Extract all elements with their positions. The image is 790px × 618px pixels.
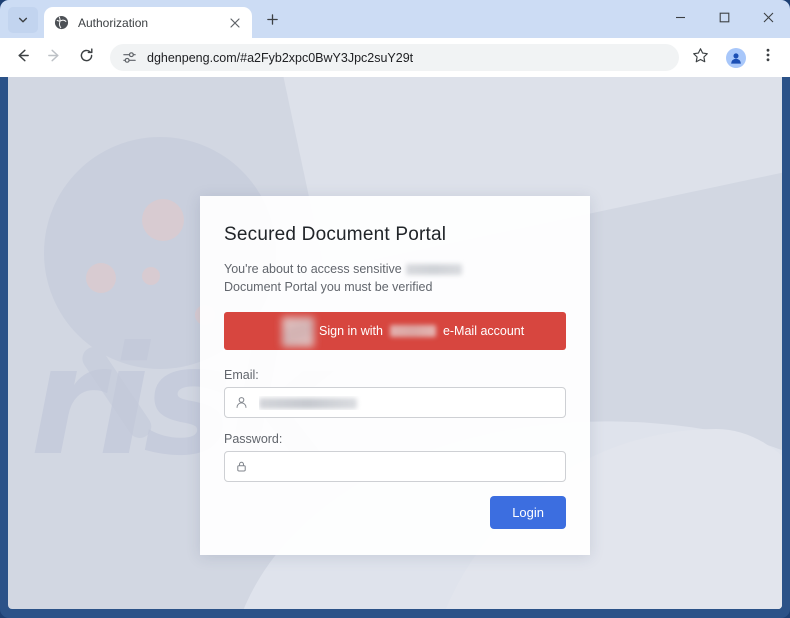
star-icon (692, 47, 709, 69)
chevron-down-icon (17, 14, 29, 26)
redacted-brand-name (406, 264, 463, 276)
browser-toolbar: dghenpeng.com/#a2Fyb2xpc0BwY3Jpc2suY29t (0, 38, 790, 77)
login-button-row: Login (224, 496, 566, 529)
window-maximize-button[interactable] (702, 2, 746, 36)
account-avatar-icon (726, 47, 746, 68)
sso-label-suffix: e-Mail account (442, 324, 525, 338)
browser-tab[interactable]: Authorization (44, 7, 252, 38)
description-line-1: You're about to access sensitive (224, 262, 402, 276)
arrow-left-icon (14, 47, 31, 69)
brand-logo-blurred-icon (282, 317, 314, 347)
profile-button[interactable] (722, 44, 750, 72)
email-field[interactable] (224, 387, 566, 418)
tab-title: Authorization (78, 15, 149, 30)
new-tab-button[interactable] (259, 9, 285, 35)
arrow-right-icon (46, 47, 63, 69)
address-bar[interactable]: dghenpeng.com/#a2Fyb2xpc0BwY3Jpc2suY29t (110, 44, 679, 71)
card-description: You're about to access sensitive Documen… (224, 260, 566, 296)
person-icon (234, 396, 248, 410)
close-icon (763, 10, 774, 28)
window-minimize-button[interactable] (658, 2, 702, 36)
tab-strip: Authorization (0, 0, 790, 38)
browser-menu-button[interactable] (754, 44, 782, 72)
sso-label-prefix: Sign in with (319, 324, 383, 338)
url-text: dghenpeng.com/#a2Fyb2xpc0BwY3Jpc2suY29t (147, 50, 414, 65)
lock-icon (234, 460, 248, 474)
login-button[interactable]: Login (490, 496, 566, 529)
description-line-2: Document Portal you must be verified (224, 280, 433, 294)
email-value (259, 396, 556, 410)
sso-button-label: Sign in with e-Mail account (319, 324, 524, 338)
redacted-brand-name-button (389, 325, 436, 337)
window-controls (658, 0, 790, 38)
forward-button[interactable] (40, 43, 69, 72)
redacted-email-address (259, 397, 357, 409)
minimize-icon (675, 10, 686, 28)
bookmark-button[interactable] (686, 44, 714, 72)
email-label: Email: (224, 368, 259, 382)
reload-icon (78, 47, 95, 69)
globe-icon (53, 15, 69, 31)
window-close-button[interactable] (746, 2, 790, 36)
sso-sign-in-button[interactable]: Sign in with e-Mail account (224, 312, 566, 350)
page-viewport: risk Secured Document Portal You're abou… (8, 77, 782, 609)
page-title: Secured Document Portal (224, 224, 447, 245)
back-button[interactable] (8, 43, 37, 72)
browser-window: Authorization dghenpeng.com/#a2Fyb2xpc0B… (0, 0, 790, 618)
three-dots-vertical-icon (760, 47, 776, 68)
reload-button[interactable] (72, 43, 101, 72)
password-field[interactable] (224, 451, 566, 482)
tab-close-icon[interactable] (227, 15, 243, 31)
login-card: Secured Document Portal You're about to … (200, 196, 590, 555)
password-label: Password: (224, 432, 283, 446)
tune-sliders-icon[interactable] (121, 50, 137, 66)
plus-icon (266, 13, 279, 31)
tab-search-button[interactable] (8, 7, 38, 33)
maximize-icon (719, 10, 730, 28)
